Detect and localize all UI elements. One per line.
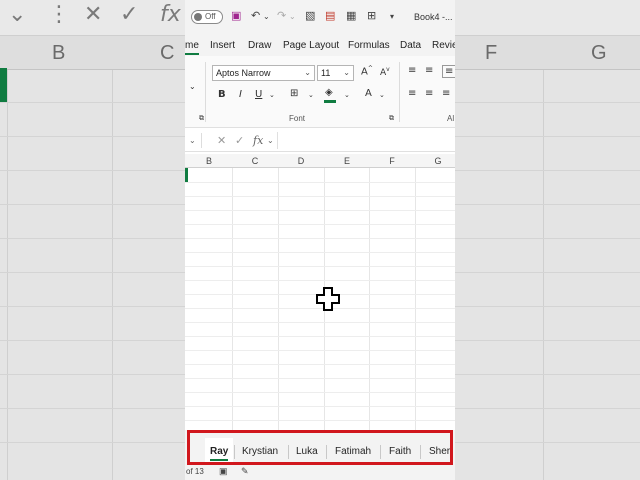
background-column-b: B [52, 42, 66, 64]
excel-window: Off ▣ ↶ ⌄ ↷ ⌄ ▧ ▤ ▦ ⊞ ▾ Book4 -... me In… [185, 0, 455, 480]
sheet-tab-ray[interactable]: Ray [210, 446, 229, 461]
accessibility-icon[interactable]: ▣ [219, 466, 228, 477]
background-column-f: F [485, 42, 498, 64]
font-size-dropdown[interactable]: 11 ⌄ [317, 65, 354, 81]
background-selected-cell [0, 68, 7, 102]
chevron-down-icon: ⌄ [304, 68, 311, 77]
background-right: F G [455, 0, 640, 480]
workbook-title: Book4 -... [414, 12, 453, 22]
font-launcher-icon[interactable]: ⧉ [389, 114, 394, 123]
toggle-knob [194, 13, 202, 21]
undo-icon[interactable]: ↶ [251, 9, 260, 22]
fill-dropdown-icon[interactable]: ⌄ [344, 91, 350, 99]
underline-button[interactable]: U [255, 89, 262, 100]
column-header-c[interactable]: C [232, 156, 278, 166]
autosave-label: Off [205, 12, 216, 21]
clipboard-more-icon[interactable]: ⌄ [189, 82, 196, 91]
align-center-icon[interactable]: ≡ [425, 88, 433, 99]
align-left-icon[interactable]: ≡ [408, 88, 416, 99]
background-column-c: C [160, 42, 175, 64]
column-header-e[interactable]: E [324, 156, 370, 166]
chevron-down-icon: ⌄ [343, 68, 350, 77]
font-color-button[interactable]: A [365, 88, 372, 99]
alignment-group-label: Al [447, 114, 455, 123]
background-left: ⌄ ⋮ ✕ ✓ fx B C [0, 0, 185, 480]
align-top-icon[interactable]: ≡ [408, 65, 416, 76]
font-color-dropdown-icon[interactable]: ⌄ [379, 91, 385, 99]
increase-font-size-icon[interactable]: A^ [361, 65, 373, 77]
sheet-count: of 13 [186, 467, 204, 476]
title-bar: Off ▣ ↶ ⌄ ↷ ⌄ ▧ ▤ ▦ ⊞ ▾ Book4 -... [185, 0, 455, 34]
tab-data[interactable]: Data [400, 40, 421, 51]
background-column-header [0, 36, 185, 70]
underline-dropdown-icon[interactable]: ⌄ [269, 91, 275, 99]
sheet-tab-shere[interactable]: Shere [429, 446, 450, 457]
font-name-value: Aptos Narrow [216, 68, 271, 78]
undo-dropdown-icon[interactable]: ⌄ [263, 12, 270, 21]
sheet-tabs: Ray Krystian Luka Fatimah Faith Shere [187, 430, 453, 465]
redo-dropdown-icon[interactable]: ⌄ [289, 12, 296, 21]
bold-button[interactable]: B [218, 89, 226, 100]
selected-cell-indicator [185, 168, 188, 182]
borders-icon[interactable]: ⊞ [290, 88, 298, 99]
customize-toolbar-icon[interactable]: ▾ [390, 12, 394, 21]
borders-dropdown-icon[interactable]: ⌄ [308, 91, 314, 99]
cancel-icon[interactable]: ✕ [217, 134, 226, 147]
background-toolbar-right [455, 0, 640, 36]
pdf-icon[interactable]: ▤ [325, 9, 335, 22]
redo-icon[interactable]: ↷ [277, 9, 286, 22]
fill-color-swatch [324, 100, 336, 103]
fill-color-icon[interactable]: ◈ [325, 87, 333, 98]
cancel-icon: ✕ [84, 2, 103, 27]
sheet-tab-fatimah[interactable]: Fatimah [335, 446, 371, 457]
decrease-font-size-icon[interactable]: Av [380, 66, 390, 78]
save-icon[interactable]: ▣ [231, 9, 241, 22]
more-icon: ⋮ [48, 2, 70, 27]
tab-review[interactable]: Revie [432, 40, 455, 51]
tab-home[interactable]: me [185, 40, 199, 55]
chevron-down-icon: ⌄ [8, 2, 27, 27]
italic-button[interactable]: I [239, 89, 242, 100]
tab-draw[interactable]: Draw [248, 40, 271, 51]
ribbon: ⌄ Aptos Narrow ⌄ 11 ⌄ A^ Av B I U ⌄ ⊞ ⌄ … [185, 56, 455, 128]
status-bar: of 13 ▣ ✎ [185, 465, 455, 480]
column-header-b[interactable]: B [186, 156, 232, 166]
align-bottom-icon[interactable]: ≡ [442, 65, 455, 78]
table-icon[interactable]: ▦ [346, 9, 356, 22]
font-group-label: Font [289, 114, 306, 123]
column-header-d[interactable]: D [278, 156, 324, 166]
align-middle-icon[interactable]: ≡ [425, 65, 433, 76]
insert-function-button[interactable]: fx [253, 134, 263, 147]
function-dropdown-icon[interactable]: ⌄ [267, 136, 274, 145]
tab-insert[interactable]: Insert [210, 40, 235, 51]
ribbon-tabs: me Insert Draw Page Layout Formulas Data… [185, 34, 455, 56]
name-box-dropdown-icon[interactable]: ⌄ [189, 136, 196, 145]
check-icon: ✓ [120, 2, 139, 27]
sheet-tab-luka[interactable]: Luka [296, 446, 318, 457]
tab-formulas[interactable]: Formulas [348, 40, 390, 51]
column-header-g[interactable]: G [415, 156, 455, 166]
sheet-tab-faith[interactable]: Faith [389, 446, 411, 457]
background-column-g: G [591, 42, 607, 64]
formula-input[interactable] [277, 132, 455, 149]
picture-icon[interactable]: ▧ [305, 9, 315, 22]
spreadsheet-add-icon[interactable]: ⊞ [367, 9, 376, 22]
tab-page-layout[interactable]: Page Layout [283, 40, 339, 51]
clipboard-launcher-icon[interactable]: ⧉ [199, 114, 204, 123]
font-name-dropdown[interactable]: Aptos Narrow ⌄ [212, 65, 315, 81]
workbook-statistics-icon[interactable]: ✎ [241, 466, 249, 477]
align-right-icon[interactable]: ≡ [442, 88, 450, 99]
fx-icon: fx [160, 2, 181, 27]
column-headers: B C D E F G [185, 154, 455, 168]
background-column-header-right [455, 36, 640, 70]
column-header-f[interactable]: F [369, 156, 415, 166]
autosave-toggle[interactable]: Off [191, 10, 223, 24]
cell-cursor-icon [316, 287, 340, 311]
check-icon[interactable]: ✓ [235, 134, 244, 147]
font-size-value: 11 [321, 68, 331, 78]
formula-bar: ⌄ ✕ ✓ fx ⌄ [185, 130, 455, 152]
sheet-tab-krystian[interactable]: Krystian [242, 446, 278, 457]
